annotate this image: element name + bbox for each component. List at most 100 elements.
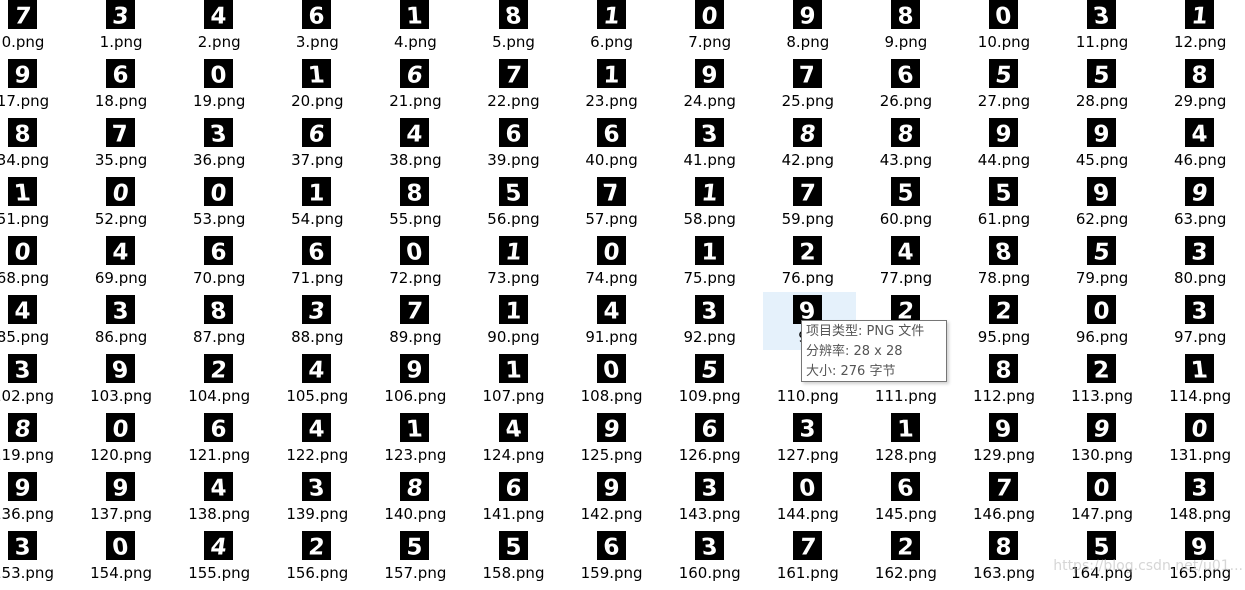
file-item[interactable]: 6 145.png — [857, 472, 955, 531]
file-item[interactable]: 3 86.png — [72, 295, 170, 354]
file-item[interactable]: 5 28.png — [1053, 59, 1151, 118]
file-item[interactable]: 0 144.png — [759, 472, 857, 531]
file-item[interactable]: 9 103.png — [72, 354, 170, 413]
file-item[interactable]: 1 90.png — [465, 295, 563, 354]
file-item[interactable]: 3 102.png — [0, 354, 72, 413]
file-item[interactable]: 6 40.png — [563, 118, 661, 177]
file-item[interactable]: 4 46.png — [1151, 118, 1245, 177]
file-item[interactable]: 9 62.png — [1053, 177, 1151, 236]
file-item[interactable]: 1 123.png — [366, 413, 464, 472]
file-item[interactable]: 2 104.png — [170, 354, 268, 413]
file-item[interactable]: 8 55.png — [366, 177, 464, 236]
file-item[interactable]: 8 112.png — [955, 354, 1053, 413]
file-item[interactable]: 0 74.png — [563, 236, 661, 295]
file-item[interactable]: 1 51.png — [0, 177, 72, 236]
file-item[interactable]: 9 8.png — [759, 0, 857, 59]
file-item[interactable]: 7 89.png — [366, 295, 464, 354]
file-item[interactable]: 9 44.png — [955, 118, 1053, 177]
file-item[interactable]: 6 121.png — [170, 413, 268, 472]
file-item[interactable]: 4 105.png — [268, 354, 366, 413]
file-item[interactable]: 9 24.png — [661, 59, 759, 118]
file-item[interactable]: 6 26.png — [857, 59, 955, 118]
file-item[interactable]: 1 107.png — [465, 354, 563, 413]
file-item[interactable]: 9 142.png — [563, 472, 661, 531]
file-item[interactable]: 7 0.png — [0, 0, 72, 59]
file-item[interactable]: 5 61.png — [955, 177, 1053, 236]
file-item[interactable]: 7 161.png — [759, 531, 857, 590]
file-item[interactable]: 1 20.png — [268, 59, 366, 118]
file-item[interactable]: 3 127.png — [759, 413, 857, 472]
file-item[interactable]: 1 6.png — [563, 0, 661, 59]
file-item[interactable]: 3 11.png — [1053, 0, 1151, 59]
file-item[interactable]: 6 18.png — [72, 59, 170, 118]
file-item[interactable]: 4 85.png — [0, 295, 72, 354]
file-item[interactable]: 8 163.png — [955, 531, 1053, 590]
file-item[interactable]: 0 52.png — [72, 177, 170, 236]
file-item[interactable]: 4 122.png — [268, 413, 366, 472]
file-item[interactable]: 0 131.png — [1151, 413, 1245, 472]
file-item[interactable]: 9 137.png — [72, 472, 170, 531]
file-item[interactable]: 3 41.png — [661, 118, 759, 177]
file-item[interactable]: 0 108.png — [563, 354, 661, 413]
file-item[interactable]: 1 114.png — [1151, 354, 1245, 413]
file-item[interactable]: 9 129.png — [955, 413, 1053, 472]
file-item[interactable]: 2 95.png — [955, 295, 1053, 354]
file-item[interactable]: 4 69.png — [72, 236, 170, 295]
file-item[interactable]: 5 158.png — [465, 531, 563, 590]
file-item[interactable]: 7 146.png — [955, 472, 1053, 531]
file-item[interactable]: 0 68.png — [0, 236, 72, 295]
file-item[interactable]: 0 19.png — [170, 59, 268, 118]
file-item[interactable]: 6 71.png — [268, 236, 366, 295]
file-item[interactable]: 6 126.png — [661, 413, 759, 472]
file-item[interactable]: 1 4.png — [366, 0, 464, 59]
file-item[interactable]: 9 106.png — [366, 354, 464, 413]
file-item[interactable]: 8 78.png — [955, 236, 1053, 295]
file-item[interactable]: 9 125.png — [563, 413, 661, 472]
file-item[interactable]: 3 139.png — [268, 472, 366, 531]
file-item[interactable]: 4 2.png — [170, 0, 268, 59]
file-item[interactable]: 3 160.png — [661, 531, 759, 590]
file-item[interactable]: 8 119.png — [0, 413, 72, 472]
file-item[interactable]: 3 97.png — [1151, 295, 1245, 354]
file-item[interactable]: 7 25.png — [759, 59, 857, 118]
file-item[interactable]: 8 5.png — [465, 0, 563, 59]
file-item[interactable]: 8 42.png — [759, 118, 857, 177]
file-item[interactable]: 1 12.png — [1151, 0, 1245, 59]
file-item[interactable]: 0 147.png — [1053, 472, 1151, 531]
file-item[interactable]: 0 120.png — [72, 413, 170, 472]
file-item[interactable]: 4 138.png — [170, 472, 268, 531]
file-item[interactable]: 9 17.png — [0, 59, 72, 118]
file-item[interactable]: 3 36.png — [170, 118, 268, 177]
file-item[interactable]: 3 143.png — [661, 472, 759, 531]
file-item[interactable]: 5 56.png — [465, 177, 563, 236]
file-item[interactable]: 7 35.png — [72, 118, 170, 177]
file-item[interactable]: 4 38.png — [366, 118, 464, 177]
file-item[interactable]: 5 157.png — [366, 531, 464, 590]
file-item[interactable]: 0 72.png — [366, 236, 464, 295]
file-item[interactable]: 2 156.png — [268, 531, 366, 590]
file-item[interactable]: 8 43.png — [857, 118, 955, 177]
file-item[interactable]: 3 148.png — [1151, 472, 1245, 531]
file-item[interactable]: 9 136.png — [0, 472, 72, 531]
file-item[interactable]: 8 140.png — [366, 472, 464, 531]
file-item[interactable]: 4 91.png — [563, 295, 661, 354]
file-item[interactable]: 4 155.png — [170, 531, 268, 590]
file-item[interactable]: 8 34.png — [0, 118, 72, 177]
file-item[interactable]: 3 80.png — [1151, 236, 1245, 295]
file-item[interactable]: 4 124.png — [465, 413, 563, 472]
file-item[interactable]: 0 7.png — [661, 0, 759, 59]
file-item[interactable]: 6 39.png — [465, 118, 563, 177]
file-item[interactable]: 2 76.png — [759, 236, 857, 295]
file-item[interactable]: 8 87.png — [170, 295, 268, 354]
file-item[interactable]: 3 88.png — [268, 295, 366, 354]
file-item[interactable]: 0 53.png — [170, 177, 268, 236]
file-item[interactable]: 1 73.png — [465, 236, 563, 295]
file-item[interactable]: 3 92.png — [661, 295, 759, 354]
file-item[interactable]: 6 3.png — [268, 0, 366, 59]
file-item[interactable]: 8 9.png — [857, 0, 955, 59]
file-item[interactable]: 1 54.png — [268, 177, 366, 236]
file-item[interactable]: 7 57.png — [563, 177, 661, 236]
file-item[interactable]: 6 141.png — [465, 472, 563, 531]
file-item[interactable]: 7 22.png — [465, 59, 563, 118]
file-item[interactable]: 2 162.png — [857, 531, 955, 590]
